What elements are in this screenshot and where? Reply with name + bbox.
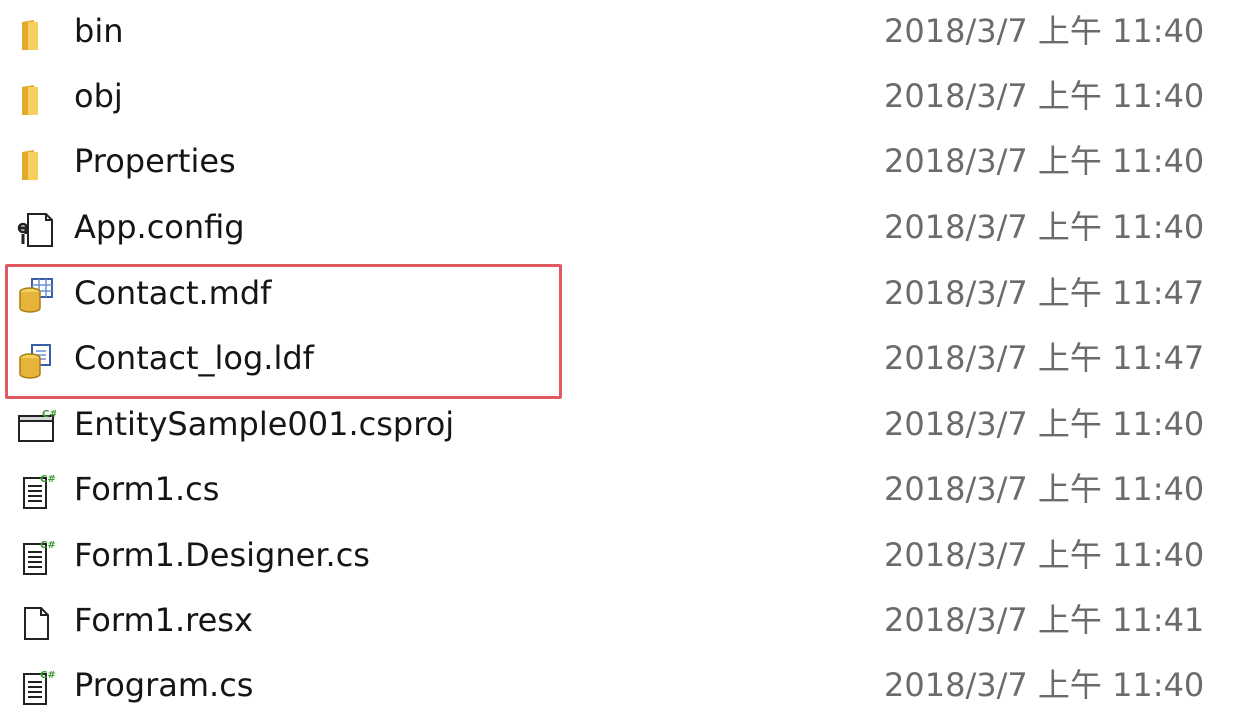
file-name: Form1.Designer.cs [74, 536, 370, 574]
file-row-properties[interactable]: Properties 2018/3/7 上午 11:40 [0, 130, 1240, 195]
file-row-contact-log-ldf[interactable]: Contact_log.ldf 2018/3/7 上午 11:47 [0, 327, 1240, 392]
generic-file-icon [16, 603, 56, 643]
file-row-bin[interactable]: bin 2018/3/7 上午 11:40 [0, 0, 1240, 65]
file-row-obj[interactable]: obj 2018/3/7 上午 11:40 [0, 65, 1240, 130]
file-name: EntitySample001.csproj [74, 405, 455, 443]
file-date: 2018/3/7 上午 11:40 [884, 12, 1205, 50]
file-name: Form1.cs [74, 470, 220, 508]
csproj-icon: C# [16, 407, 56, 447]
file-row-form1-designer-cs[interactable]: C# Form1.Designer.cs 2018/3/7 上午 11:40 [0, 524, 1240, 589]
file-date: 2018/3/7 上午 11:40 [884, 470, 1205, 508]
svg-text:C#: C# [40, 474, 56, 485]
file-date: 2018/3/7 上午 11:40 [884, 77, 1205, 115]
file-date: 2018/3/7 上午 11:47 [884, 339, 1205, 377]
config-file-icon [16, 210, 56, 250]
file-date: 2018/3/7 上午 11:40 [884, 536, 1205, 574]
file-date: 2018/3/7 上午 11:47 [884, 274, 1205, 312]
file-list: bin 2018/3/7 上午 11:40 obj 2018/3/7 上午 11… [0, 0, 1240, 710]
file-name: Form1.resx [74, 601, 253, 639]
file-name: Properties [74, 142, 236, 180]
csharp-file-icon: C# [16, 668, 56, 708]
file-name: bin [74, 12, 124, 50]
file-row-form1-resx[interactable]: Form1.resx 2018/3/7 上午 11:41 [0, 589, 1240, 654]
svg-text:C#: C# [40, 540, 56, 551]
database-log-icon [16, 341, 56, 381]
file-row-csproj[interactable]: C# EntitySample001.csproj 2018/3/7 上午 11… [0, 393, 1240, 458]
file-row-app-config[interactable]: App.config 2018/3/7 上午 11:40 [0, 196, 1240, 261]
csharp-file-icon: C# [16, 472, 56, 512]
csharp-file-icon: C# [16, 538, 56, 578]
file-date: 2018/3/7 上午 11:40 [884, 142, 1205, 180]
file-row-contact-mdf[interactable]: Contact.mdf 2018/3/7 上午 11:47 [0, 262, 1240, 327]
folder-icon [16, 144, 56, 184]
database-file-icon [16, 276, 56, 316]
file-date: 2018/3/7 上午 11:40 [884, 208, 1205, 246]
svg-text:C#: C# [40, 670, 56, 681]
file-name: Contact.mdf [74, 274, 272, 312]
file-row-form1-cs[interactable]: C# Form1.cs 2018/3/7 上午 11:40 [0, 458, 1240, 523]
svg-text:C#: C# [42, 409, 56, 420]
file-date: 2018/3/7 上午 11:40 [884, 666, 1205, 704]
folder-icon [16, 14, 56, 54]
folder-icon [16, 79, 56, 119]
file-date: 2018/3/7 上午 11:40 [884, 405, 1205, 443]
file-name: obj [74, 77, 123, 115]
file-date: 2018/3/7 上午 11:41 [884, 601, 1205, 639]
file-name: Contact_log.ldf [74, 339, 314, 377]
file-row-program-cs[interactable]: C# Program.cs 2018/3/7 上午 11:40 [0, 654, 1240, 719]
file-name: Program.cs [74, 666, 254, 704]
file-name: App.config [74, 208, 245, 246]
